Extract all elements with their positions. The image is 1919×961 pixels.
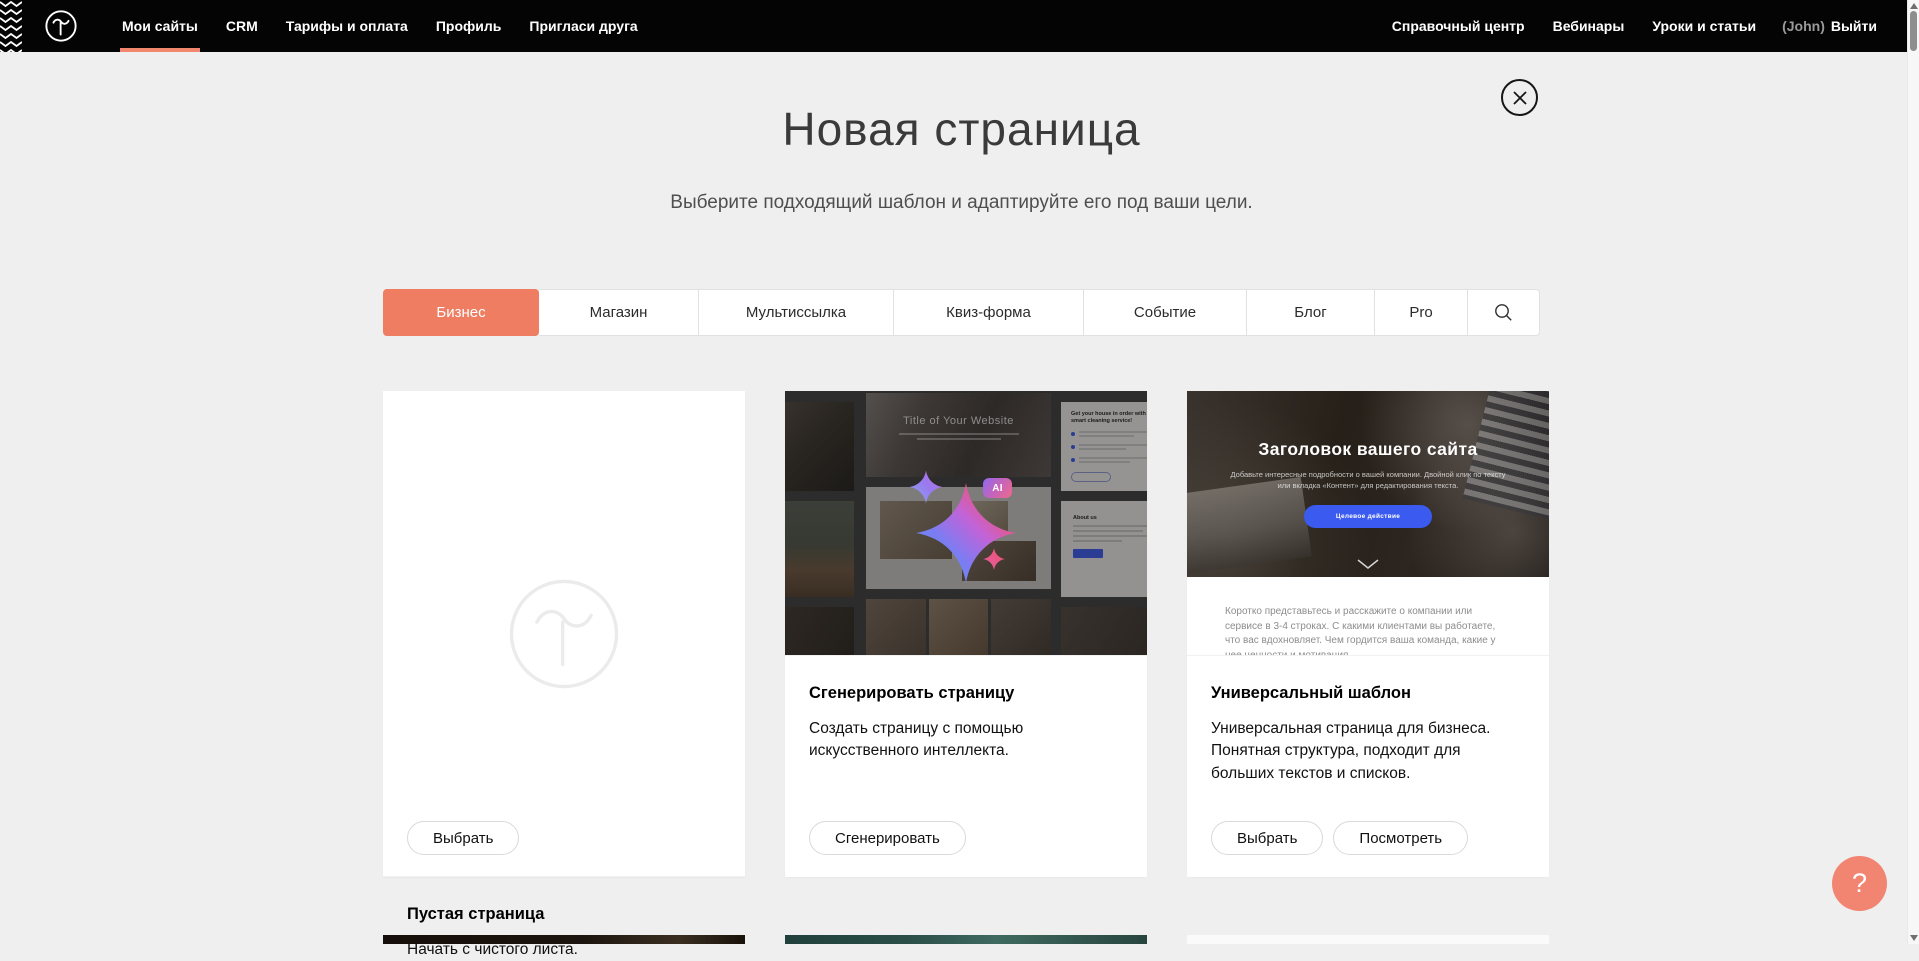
nav-my-sites[interactable]: Мои сайты [108,0,212,52]
tab-quiz-form[interactable]: Квиз-форма [894,289,1084,336]
user-logout[interactable]: (John) Выйти [1770,0,1889,52]
view-button[interactable]: Посмотреть [1333,821,1468,855]
card-description: Создать страницу с помощью искусственног… [809,718,1123,763]
close-icon [1512,90,1528,106]
zigzag-pattern-decoration [0,0,22,52]
nav-profile[interactable]: Профиль [422,0,516,52]
tab-business[interactable]: Бизнес [383,289,539,336]
close-button[interactable] [1501,79,1538,116]
help-button[interactable]: ? [1832,856,1887,911]
user-name: (John) [1782,18,1825,34]
question-mark-icon: ? [1852,868,1867,899]
card-title: Универсальный шаблон [1211,684,1525,703]
template-cta-button: Целевое действие [1304,505,1432,528]
new-page-dialog: Новая страница Выберите подходящий шабло… [383,52,1540,944]
card-preview-partial[interactable] [383,935,745,944]
card-preview-partial[interactable] [785,935,1147,944]
tab-blog[interactable]: Блог [1247,289,1375,336]
card-blank-page[interactable]: Пустая страница Начать с чистого листа. … [383,391,745,877]
blank-page-preview [383,391,745,877]
scrollbar-up-arrow-icon[interactable] [1910,3,1918,9]
ai-preview: Title of Your Website Get your house in … [785,391,1147,656]
card-universal-template[interactable]: Заголовок вашего сайта Добавьте интересн… [1187,391,1549,877]
card-title: Пустая страница [407,905,721,924]
template-hero-subtitle: Добавьте интересные подробности о вашей … [1231,469,1506,492]
template-preview: Заголовок вашего сайта Добавьте интересн… [1187,391,1549,656]
choose-button[interactable]: Выбрать [407,821,519,855]
nav-crm[interactable]: CRM [212,0,272,52]
template-body-text: Коротко представьтесь и расскажите о ком… [1187,577,1549,656]
next-row-previews [383,935,1549,944]
tab-pro[interactable]: Pro [1375,289,1468,336]
page-subtitle: Выберите подходящий шаблон и адаптируйте… [383,192,1540,214]
page-title: Новая страница [383,102,1540,156]
nav-invite-friend[interactable]: Пригласи друга [515,0,651,52]
search-icon [1494,303,1513,322]
scrollbar[interactable] [1907,0,1919,944]
tab-event[interactable]: Событие [1084,289,1247,336]
main-nav: Мои сайты CRM Тарифы и оплата Профиль Пр… [108,0,652,52]
laptop-photo-shape [1187,477,1312,577]
tilda-logo[interactable] [44,0,78,52]
nav-lessons[interactable]: Уроки и статьи [1638,0,1770,52]
card-ai-generate[interactable]: Title of Your Website Get your house in … [785,391,1147,877]
generate-button[interactable]: Сгенерировать [809,821,966,855]
card-preview-partial[interactable] [1187,935,1549,944]
tab-search[interactable] [1468,289,1540,336]
website-mosaic: Title of Your Website Get your house in … [785,391,1147,655]
nav-webinars[interactable]: Вебинары [1539,0,1639,52]
nav-help-center[interactable]: Справочный центр [1378,0,1539,52]
logout-link[interactable]: Выйти [1831,18,1877,34]
scrollbar-down-arrow-icon[interactable] [1910,935,1918,941]
top-navbar: Мои сайты CRM Тарифы и оплата Профиль Пр… [0,0,1907,52]
ai-badge: AI [983,478,1012,498]
chevron-down-icon [1357,559,1379,569]
template-hero: Заголовок вашего сайта Добавьте интересн… [1187,391,1549,577]
template-hero-title: Заголовок вашего сайта [1187,439,1549,460]
secondary-nav: Справочный центр Вебинары Уроки и статьи… [1378,0,1889,52]
tilda-watermark-icon [503,573,625,695]
template-category-tabs: Бизнес Магазин Мультиссылка Квиз-форма С… [383,289,1540,336]
nav-tariffs[interactable]: Тарифы и оплата [272,0,422,52]
scrollbar-thumb[interactable] [1910,11,1917,51]
choose-button[interactable]: Выбрать [1211,821,1323,855]
template-cards: Пустая страница Начать с чистого листа. … [383,391,1549,877]
card-description: Универсальная страница для бизнеса. Поня… [1211,718,1525,785]
card-title: Сгенерировать страницу [809,684,1123,703]
tab-store[interactable]: Магазин [539,289,699,336]
tab-multilink[interactable]: Мультиссылка [699,289,894,336]
